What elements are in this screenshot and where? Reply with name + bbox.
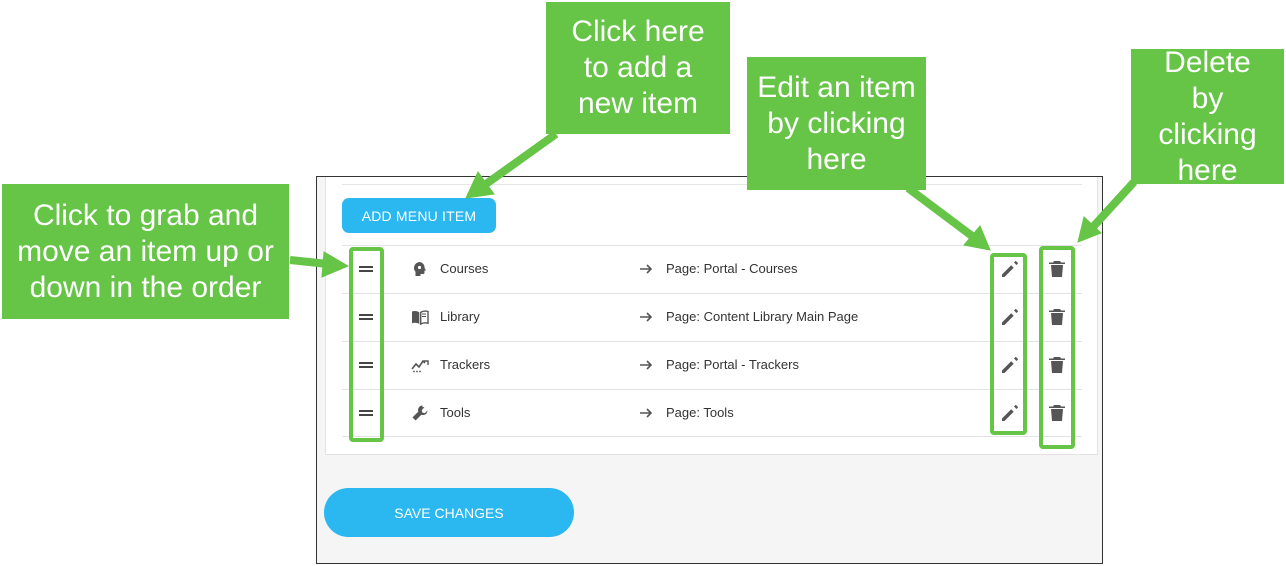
edit-arrow-line: [905, 184, 975, 240]
drag-arrow-line: [289, 256, 329, 268]
drag-arrow-head: [321, 251, 350, 278]
callout-add-item: Click here to add a new item: [546, 2, 730, 134]
callout-edit-item: Edit an item by clicking here: [747, 57, 926, 190]
callout-drag-item: Click to grab and move an item up or dow…: [2, 184, 289, 319]
add-arrow-line: [483, 130, 559, 188]
callout-delete-item: Delete by clicking here: [1131, 46, 1284, 187]
delete-arrow-line: [1089, 179, 1137, 231]
